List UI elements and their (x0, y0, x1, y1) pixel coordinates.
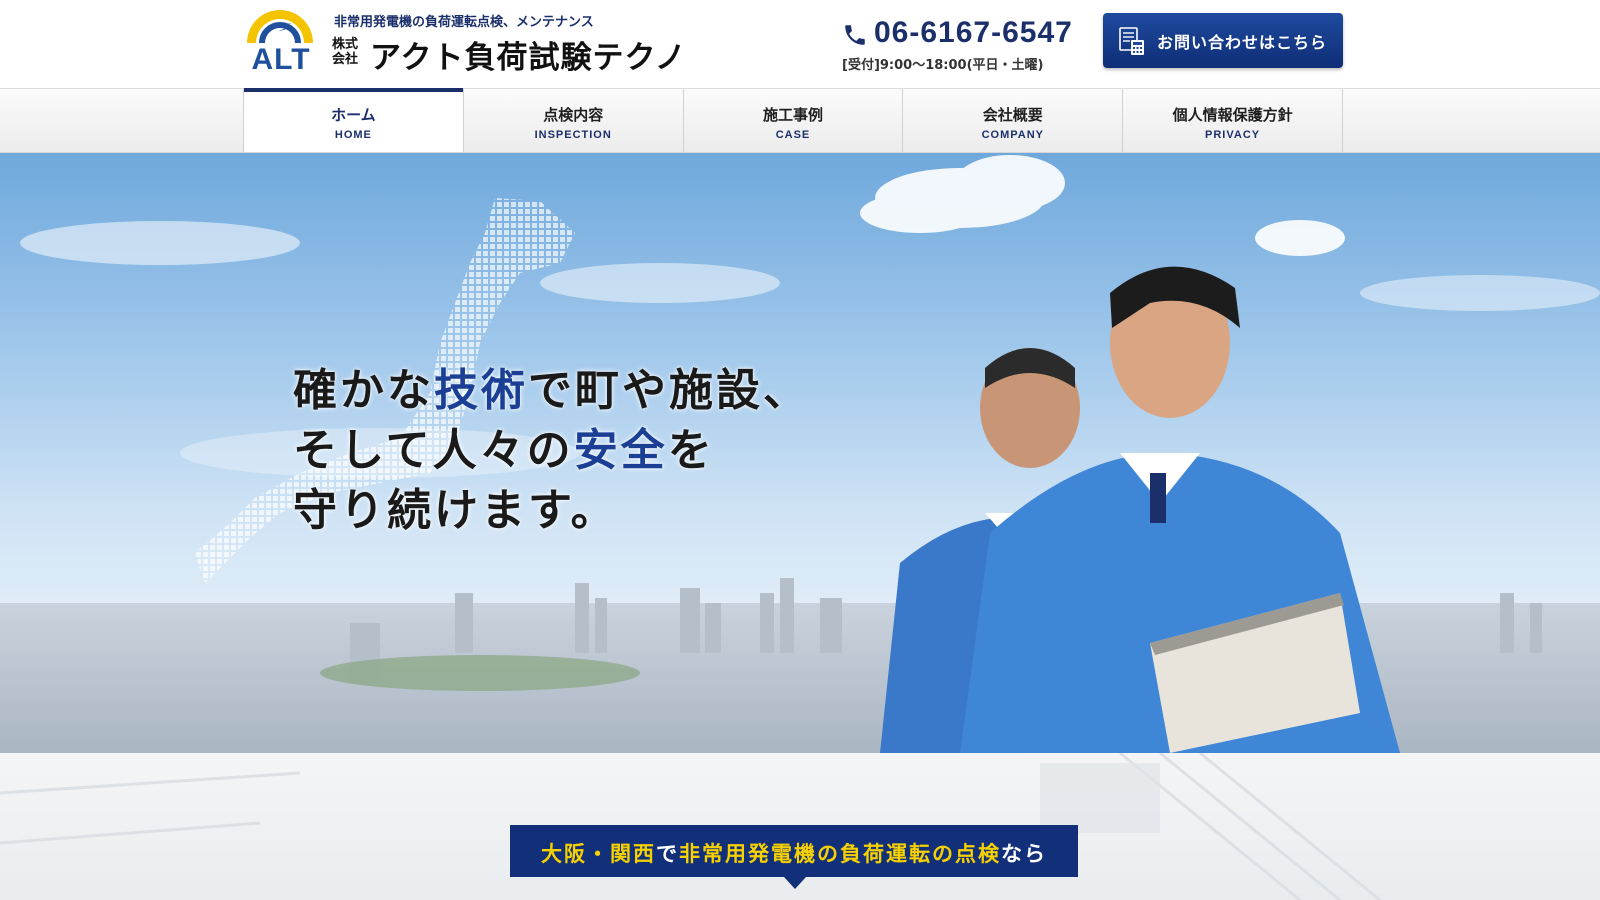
phone-number[interactable]: 06-6167-6547 (874, 16, 1073, 50)
hero-catchcopy: 確かな技術で町や施設、 そして人々の安全を 守り続けます。 (293, 361, 810, 541)
nav-item-company[interactable]: 会社概要 COMPANY (903, 89, 1124, 152)
nav-item-sublabel: COMPANY (981, 129, 1044, 141)
banner-highlight: 大阪・関西 (541, 842, 656, 866)
site-header: ⚡ ALT 非常用発電機の負荷運転点検、メンテナンス 株式 会社 アクト負荷試験… (0, 0, 1600, 87)
hero-line-2: そして人々の安全を (293, 421, 810, 481)
banner-highlight: 非常用発電機の負荷運転の点検 (679, 842, 1001, 866)
hero-text: 確かな (293, 365, 434, 416)
business-hours: [受付]9:00〜18:00(平日・土曜) (842, 58, 1044, 73)
nav-menu: ホーム HOME 点検内容 INSPECTION 施工事例 CASE 会社概要 … (243, 88, 1343, 152)
hero-line-1: 確かな技術で町や施設、 (293, 361, 810, 421)
nav-item-sublabel: HOME (334, 129, 372, 141)
alt-logo[interactable]: ⚡ ALT (245, 10, 317, 76)
hero-accent-text: 技術 (434, 365, 528, 416)
nav-item-label: ホーム (331, 106, 376, 124)
contact-button[interactable]: お問い合わせはこちら (1103, 13, 1343, 68)
nav-item-home[interactable]: ホーム HOME (244, 88, 464, 152)
corporation-type: 株式 会社 (332, 37, 364, 67)
intro-section: 大阪・関西で非常用発電機の負荷運転の点検なら (0, 753, 1600, 900)
phone-icon (845, 25, 865, 45)
company-name[interactable]: アクト負荷試験テクノ (370, 32, 687, 77)
service-banner: 大阪・関西で非常用発電機の負荷運転の点検なら (510, 825, 1078, 877)
corporation-type-line1: 株式 (332, 37, 359, 52)
global-nav: ホーム HOME 点検内容 INSPECTION 施工事例 CASE 会社概要 … (0, 88, 1600, 153)
banner-text: で (656, 842, 679, 866)
service-banner-text: 大阪・関西で非常用発電機の負荷運転の点検なら (541, 838, 1047, 868)
nav-item-sublabel: PRIVACY (1205, 129, 1261, 141)
contact-button-label: お問い合わせはこちら (1157, 33, 1328, 52)
nav-item-label: 施工事例 (762, 106, 823, 124)
banner-text: なら (1001, 842, 1047, 866)
nav-item-sublabel: CASE (775, 129, 811, 141)
nav-item-label: 点検内容 (543, 106, 604, 124)
hero-text: を (667, 425, 715, 476)
hero-line-3: 守り続けます。 (293, 485, 618, 536)
hero-accent-text: 安全 (573, 425, 668, 476)
logo-text: ALT (251, 43, 311, 76)
hero-text: で町や施設、 (528, 365, 810, 416)
workers-illustration (880, 266, 1400, 753)
hero-section: 確かな技術で町や施設、 そして人々の安全を 守り続けます。 (0, 153, 1600, 753)
hero-text: そして人々の (293, 425, 574, 476)
document-calculator-icon (1119, 27, 1144, 55)
nav-item-privacy[interactable]: 個人情報保護方針 PRIVACY (1123, 89, 1343, 152)
phone-contact[interactable]: 06-6167-6547 [受付]9:00〜18:00(平日・土曜) (842, 16, 1092, 76)
nav-item-inspection[interactable]: 点検内容 INSPECTION (464, 89, 684, 152)
nav-item-label: 会社概要 (982, 106, 1043, 124)
nav-item-label: 個人情報保護方針 (1172, 106, 1293, 124)
nav-item-sublabel: INSPECTION (534, 129, 612, 141)
site-tagline: 非常用発電機の負荷運転点検、メンテナンス (334, 15, 594, 30)
nav-item-case[interactable]: 施工事例 CASE (684, 89, 904, 152)
banner-pointer-icon (784, 877, 806, 889)
corporation-type-line2: 会社 (332, 52, 359, 67)
